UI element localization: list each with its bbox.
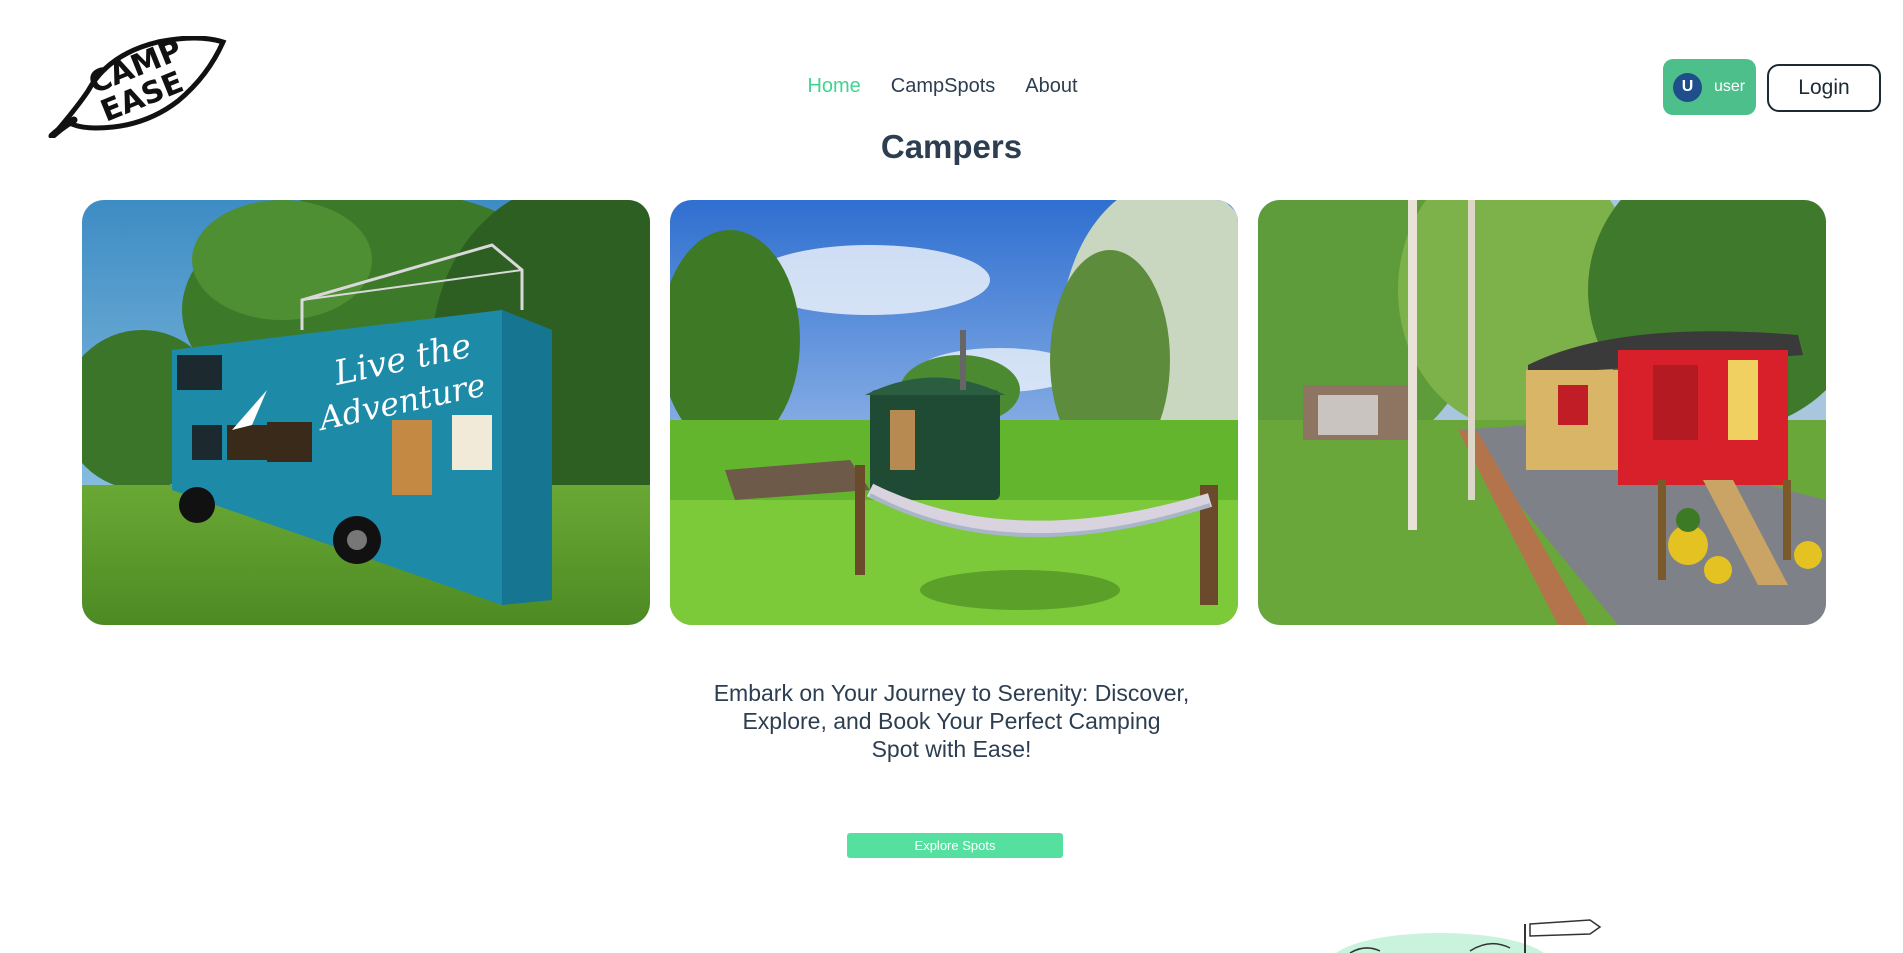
tagline-line-2: Explore, and Book Your Perfect Camping: [742, 708, 1161, 734]
tagline-line-3: Spot with Ease!: [871, 736, 1032, 762]
image-gallery: Live the Adventure: [82, 200, 1826, 625]
nav-campspots[interactable]: CampSpots: [891, 72, 996, 100]
login-button[interactable]: Login: [1767, 64, 1881, 112]
tagline-line-1: Embark on Your Journey to Serenity: Disc…: [713, 680, 1190, 706]
nav-home[interactable]: Home: [807, 72, 860, 100]
user-name: user: [1714, 78, 1746, 95]
explore-spots-button[interactable]: Explore Spots: [847, 833, 1063, 858]
red-wagon-caravan-image: [1258, 200, 1826, 625]
page-title: Campers: [880, 128, 1023, 165]
main-nav: Home CampSpots About: [0, 72, 1894, 100]
camper-bus-image: Live the Adventure: [82, 200, 650, 625]
avatar: U: [1673, 72, 1702, 102]
user-menu[interactable]: U user: [1663, 59, 1756, 115]
nav-about[interactable]: About: [1025, 72, 1077, 100]
shepherd-hut-hammock-image: [670, 200, 1238, 625]
page: CAMP EASE Home CampSpots About U user Lo…: [0, 0, 1903, 953]
tagline: Embark on Your Journey to Serenity: Disc…: [0, 679, 1903, 763]
signpost-illustration: [1336, 919, 1602, 953]
